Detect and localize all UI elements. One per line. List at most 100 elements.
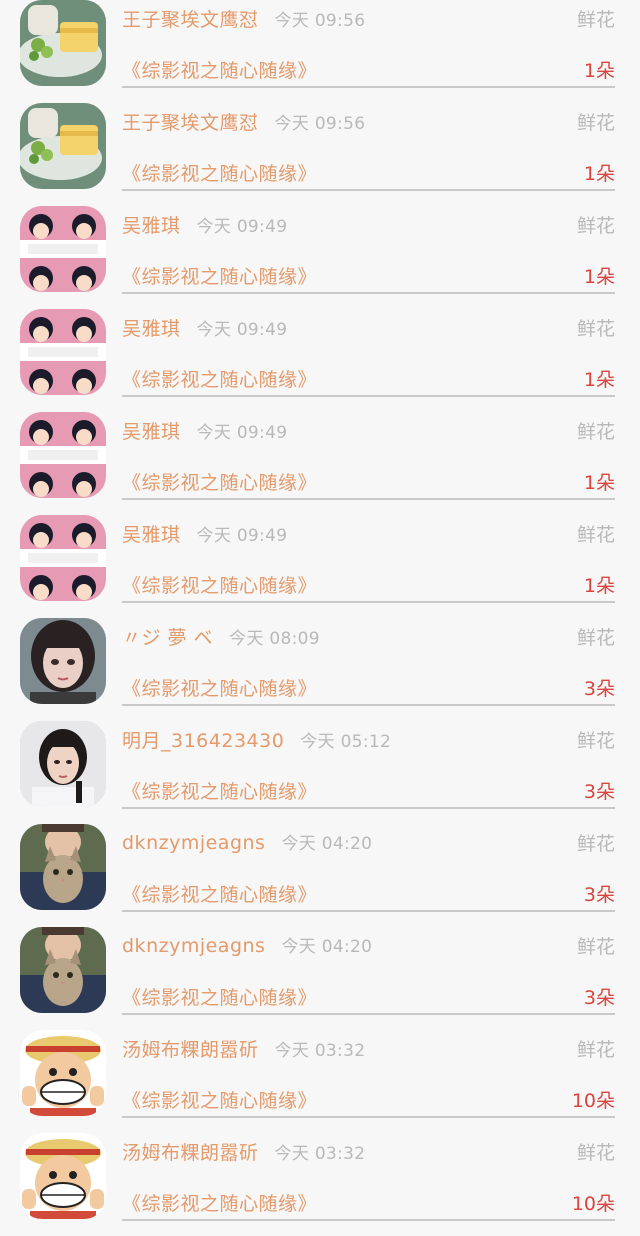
book-title-link[interactable]: 《综影视之随心随缘》 xyxy=(122,571,317,598)
timestamp: 今天 09:49 xyxy=(196,526,288,546)
timestamp: 今天 09:49 xyxy=(196,217,288,237)
book-title-link[interactable]: 《综影视之随心随缘》 xyxy=(122,880,317,907)
sender-name[interactable]: 汤姆布粿朗嚣斫 今天 03:32 xyxy=(122,1035,365,1062)
list-item[interactable]: 〃ジ 夢 ベ今天 08:09 鲜花 《综影视之随心随缘》 3朵 xyxy=(0,618,640,721)
sender-name-text[interactable]: 〃ジ 夢 ベ xyxy=(122,627,213,649)
sender-name-text[interactable]: 汤姆布粿朗嚣斫 xyxy=(122,1039,259,1061)
avatar[interactable] xyxy=(20,206,106,292)
divider xyxy=(122,86,615,88)
list-item[interactable]: 吴雅琪 今天 09:49 鲜花 《综影视之随心随缘》 1朵 xyxy=(0,412,640,515)
cat-photo-icon xyxy=(20,824,106,910)
timestamp: 今天 09:49 xyxy=(196,320,288,340)
woman-photo-icon xyxy=(20,618,106,704)
cartoon-girl-icon xyxy=(20,206,106,292)
food-photo-icon xyxy=(20,0,106,86)
gift-amount: 10朵 xyxy=(571,1090,615,1112)
avatar[interactable] xyxy=(20,309,106,395)
sender-name[interactable]: 王子聚埃文鹰怼 今天 09:56 xyxy=(122,5,365,32)
list-item[interactable]: 吴雅琪 今天 09:49 鲜花 《综影视之随心随缘》 1朵 xyxy=(0,515,640,618)
sender-name[interactable]: 吴雅琪 今天 09:49 xyxy=(122,417,287,444)
book-title-link[interactable]: 《综影视之随心随缘》 xyxy=(122,262,317,289)
avatar[interactable] xyxy=(20,0,106,86)
sender-name-text[interactable]: 王子聚埃文鹰怼 xyxy=(122,9,259,31)
divider xyxy=(122,395,615,397)
book-title-link[interactable]: 《综影视之随心随缘》 xyxy=(122,1086,317,1113)
sender-name[interactable]: 吴雅琪 今天 09:49 xyxy=(122,211,287,238)
timestamp: 今天 05:12 xyxy=(300,732,392,752)
avatar[interactable] xyxy=(20,1030,106,1116)
list-item[interactable]: 汤姆布粿朗嚣斫 今天 03:32 鲜花 《综影视之随心随缘》 10朵 xyxy=(0,1133,640,1236)
gift-type-label: 鲜花 xyxy=(576,318,615,340)
list-item[interactable]: 明月_316423430 今天 05:12 鲜花 《综影视之随心随缘》 3朵 xyxy=(0,721,640,824)
list-item[interactable]: 汤姆布粿朗嚣斫 今天 03:32 鲜花 《综影视之随心随缘》 10朵 xyxy=(0,1030,640,1133)
book-title-link[interactable]: 《综影视之随心随缘》 xyxy=(122,56,317,83)
divider xyxy=(122,1116,615,1118)
list-item[interactable]: dknzymjeagns 今天 04:20 鲜花 《综影视之随心随缘》 3朵 xyxy=(0,824,640,927)
sender-name[interactable]: dknzymjeagns 今天 04:20 xyxy=(122,932,372,957)
sender-name-text[interactable]: 明月_316423430 xyxy=(122,730,284,752)
gift-record-list: 王子聚埃文鹰怼 今天 09:56 鲜花 《综影视之随心随缘》 1朵 王子聚埃文鹰怼… xyxy=(0,0,640,1236)
girl-photo-icon xyxy=(20,721,106,807)
book-title-link[interactable]: 《综影视之随心随缘》 xyxy=(122,365,317,392)
sender-name[interactable]: 吴雅琪 今天 09:49 xyxy=(122,520,287,547)
avatar[interactable] xyxy=(20,721,106,807)
book-title-link[interactable]: 《综影视之随心随缘》 xyxy=(122,983,317,1010)
gift-type-label: 鲜花 xyxy=(576,730,615,752)
sender-name[interactable]: 明月_316423430 今天 05:12 xyxy=(122,726,391,753)
sender-name[interactable]: dknzymjeagns 今天 04:20 xyxy=(122,829,372,854)
timestamp: 今天 09:56 xyxy=(274,11,366,31)
avatar[interactable] xyxy=(20,103,106,189)
avatar[interactable] xyxy=(20,927,106,1013)
gift-amount: 10朵 xyxy=(571,1193,615,1215)
sender-name-text[interactable]: 吴雅琪 xyxy=(122,318,181,340)
book-title-link[interactable]: 《综影视之随心随缘》 xyxy=(122,468,317,495)
gift-type-label: 鲜花 xyxy=(576,524,615,546)
sender-name-text[interactable]: 吴雅琪 xyxy=(122,524,181,546)
divider xyxy=(122,1013,615,1015)
gift-amount: 3朵 xyxy=(583,987,615,1009)
timestamp: 今天 08:09 xyxy=(229,629,320,649)
list-item[interactable]: 吴雅琪 今天 09:49 鲜花 《综影视之随心随缘》 1朵 xyxy=(0,309,640,412)
gift-amount: 1朵 xyxy=(583,369,615,391)
gift-amount: 1朵 xyxy=(583,472,615,494)
gift-amount: 3朵 xyxy=(583,884,615,906)
cat-photo-icon xyxy=(20,927,106,1013)
gift-type-label: 鲜花 xyxy=(576,112,615,134)
sender-name-text[interactable]: dknzymjeagns xyxy=(122,832,265,854)
divider xyxy=(122,601,615,603)
timestamp: 今天 09:56 xyxy=(274,114,366,134)
list-item[interactable]: 王子聚埃文鹰怼 今天 09:56 鲜花 《综影视之随心随缘》 1朵 xyxy=(0,0,640,103)
avatar[interactable] xyxy=(20,515,106,601)
gift-type-label: 鲜花 xyxy=(576,421,615,443)
timestamp: 今天 03:32 xyxy=(274,1041,366,1061)
divider xyxy=(122,189,615,191)
book-title-link[interactable]: 《综影视之随心随缘》 xyxy=(122,777,317,804)
sender-name-text[interactable]: 汤姆布粿朗嚣斫 xyxy=(122,1142,259,1164)
avatar[interactable] xyxy=(20,412,106,498)
divider xyxy=(122,910,615,912)
sender-name[interactable]: 汤姆布粿朗嚣斫 今天 03:32 xyxy=(122,1138,365,1165)
divider xyxy=(122,292,615,294)
divider xyxy=(122,807,615,809)
sender-name-text[interactable]: dknzymjeagns xyxy=(122,935,265,957)
book-title-link[interactable]: 《综影视之随心随缘》 xyxy=(122,674,317,701)
timestamp: 今天 04:20 xyxy=(281,834,373,854)
gift-amount: 1朵 xyxy=(583,60,615,82)
gift-amount: 3朵 xyxy=(583,678,615,700)
list-item[interactable]: 王子聚埃文鹰怼 今天 09:56 鲜花 《综影视之随心随缘》 1朵 xyxy=(0,103,640,206)
list-item[interactable]: 吴雅琪 今天 09:49 鲜花 《综影视之随心随缘》 1朵 xyxy=(0,206,640,309)
sender-name[interactable]: 王子聚埃文鹰怼 今天 09:56 xyxy=(122,108,365,135)
sender-name-text[interactable]: 王子聚埃文鹰怼 xyxy=(122,112,259,134)
book-title-link[interactable]: 《综影视之随心随缘》 xyxy=(122,1189,317,1216)
avatar[interactable] xyxy=(20,618,106,704)
avatar[interactable] xyxy=(20,824,106,910)
avatar[interactable] xyxy=(20,1133,106,1219)
sender-name[interactable]: 吴雅琪 今天 09:49 xyxy=(122,314,287,341)
cartoon-girl-icon xyxy=(20,515,106,601)
sender-name-text[interactable]: 吴雅琪 xyxy=(122,421,181,443)
sender-name[interactable]: 〃ジ 夢 ベ今天 08:09 xyxy=(122,623,320,650)
sender-name-text[interactable]: 吴雅琪 xyxy=(122,215,181,237)
book-title-link[interactable]: 《综影视之随心随缘》 xyxy=(122,159,317,186)
list-item[interactable]: dknzymjeagns 今天 04:20 鲜花 《综影视之随心随缘》 3朵 xyxy=(0,927,640,1030)
cartoon-girl-icon xyxy=(20,412,106,498)
